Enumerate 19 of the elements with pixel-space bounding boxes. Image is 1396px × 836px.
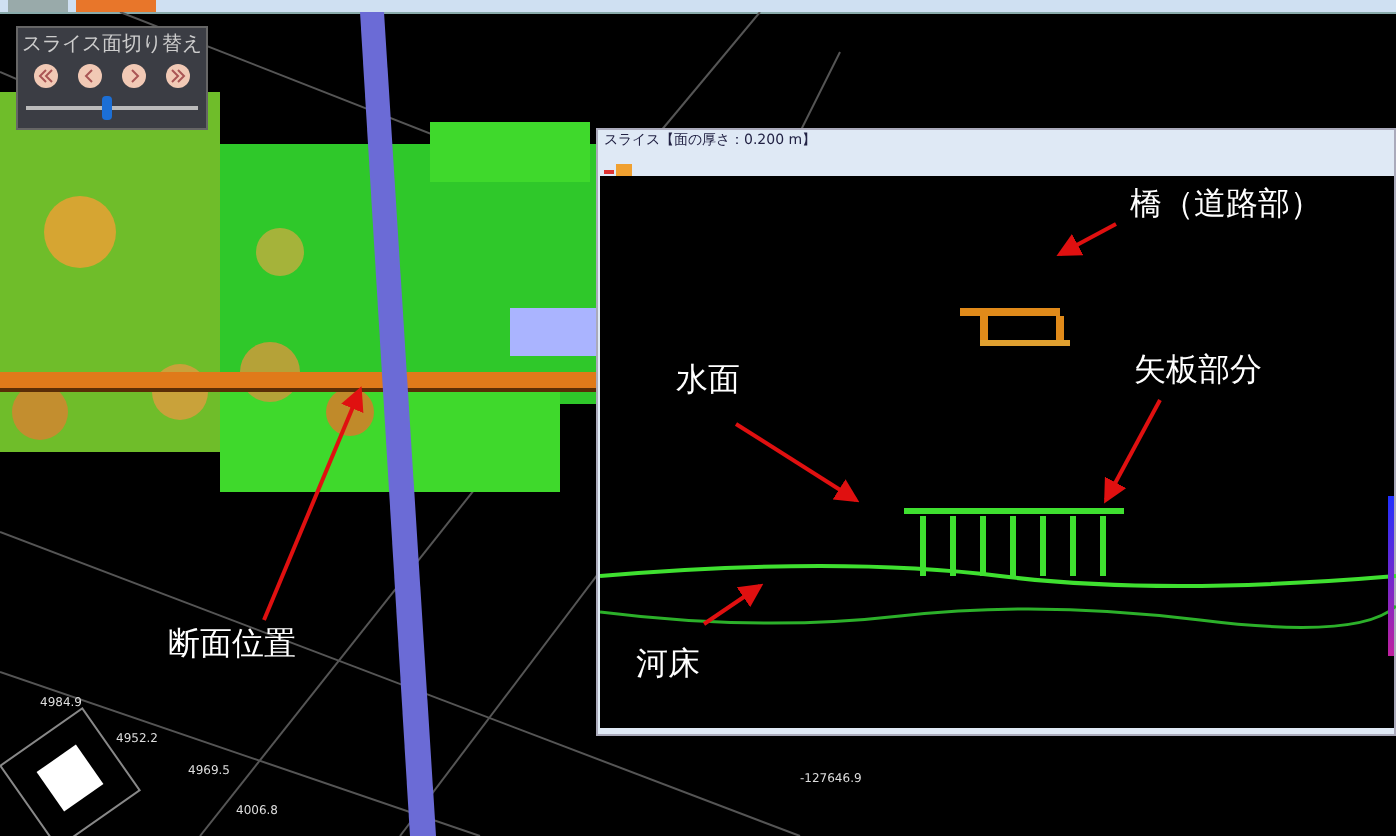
callout-arrow (734, 422, 860, 503)
callout-arrow (702, 583, 764, 626)
previous-button[interactable] (78, 64, 102, 88)
slider-thumb[interactable] (102, 96, 113, 120)
annotation-label: 河床 (636, 644, 700, 684)
double-left-icon (38, 68, 54, 84)
last-button[interactable] (166, 64, 190, 88)
annotation-label: 橋（道路部） (1130, 184, 1322, 224)
panel-title: スライス面切り替え (22, 34, 202, 56)
right-icon (126, 68, 142, 84)
annotation-label: 断面位置 (168, 624, 296, 664)
double-right-icon (170, 68, 186, 84)
annotation-label: 水面 (676, 360, 740, 400)
annotation-label: 矢板部分 (1134, 350, 1262, 390)
callout-arrow (1056, 222, 1117, 256)
left-icon (82, 68, 98, 84)
callout-arrow (1104, 399, 1162, 504)
next-button[interactable] (122, 64, 146, 88)
first-button[interactable] (34, 64, 58, 88)
